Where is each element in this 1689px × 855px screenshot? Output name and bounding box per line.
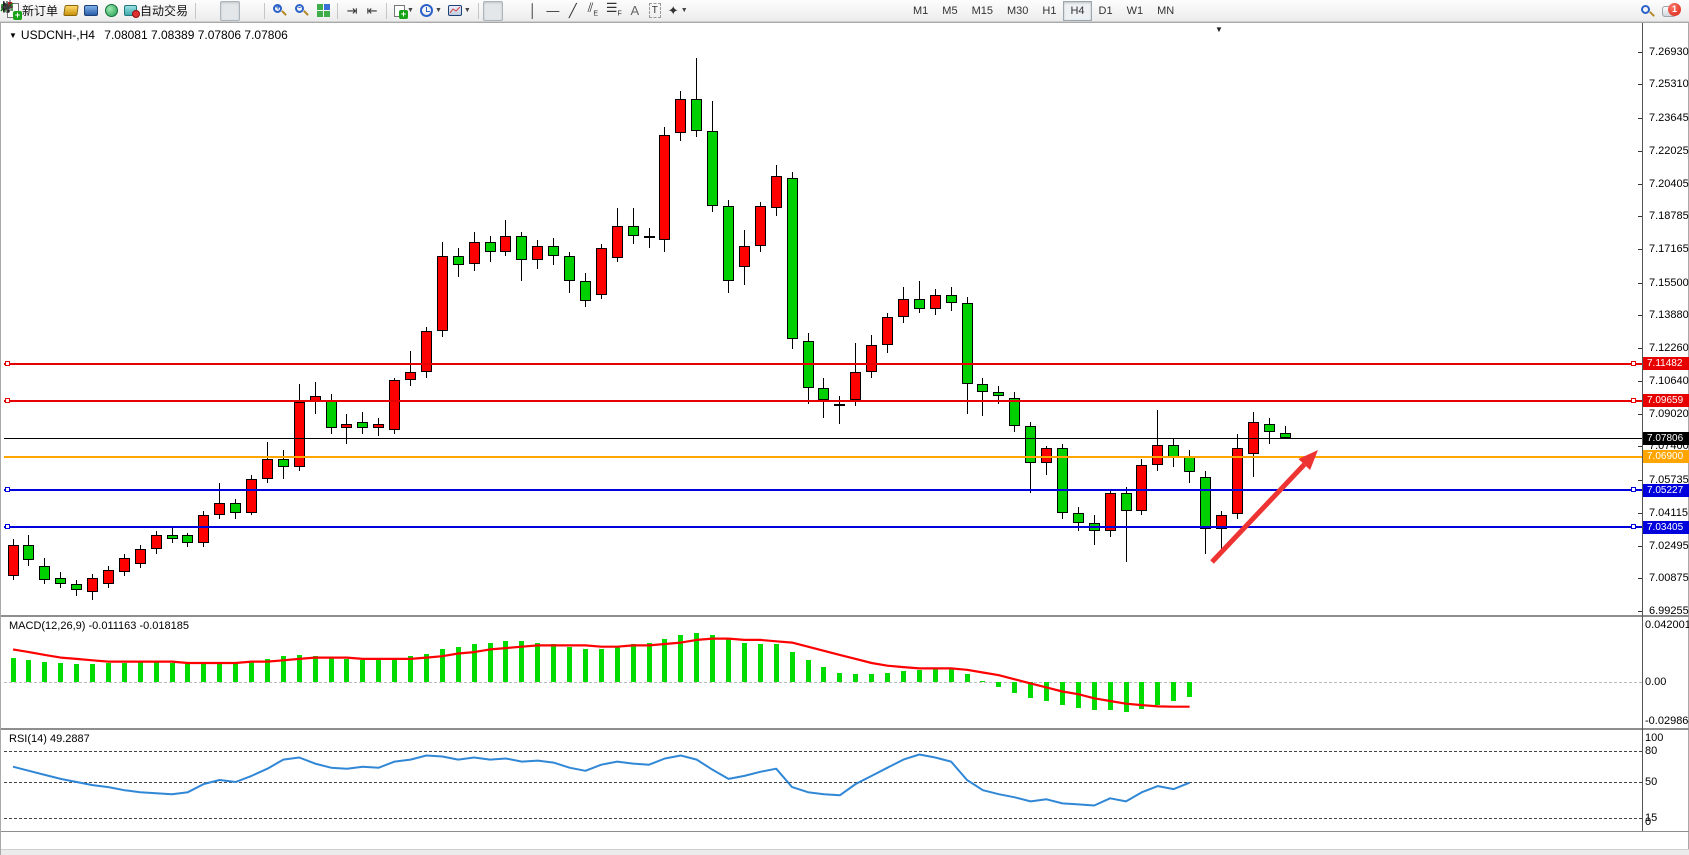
chat-icon: 1 xyxy=(1662,6,1676,17)
horizontal-line-icon: — xyxy=(546,4,559,17)
timeframe-button-m5[interactable]: M5 xyxy=(935,1,964,21)
chart-shift-button[interactable]: ⇤ xyxy=(362,1,382,21)
text-tool-button[interactable]: A xyxy=(625,1,645,21)
text-icon: A xyxy=(630,4,639,17)
time-axis[interactable]: 19 Sep 202219 Sep 20:0020 Sep 12:0021 Se… xyxy=(1,23,1689,855)
line-chart-button[interactable] xyxy=(240,1,260,21)
trendline-tool-button[interactable]: ╱ xyxy=(563,1,583,21)
signals-button[interactable] xyxy=(101,1,121,21)
auto-scroll-button[interactable]: ⇥ xyxy=(342,1,362,21)
new-order-label: 新订单 xyxy=(22,2,58,19)
autotrading-button[interactable]: 自动交易 xyxy=(121,1,191,21)
timeframe-button-h1[interactable]: H1 xyxy=(1035,1,1063,21)
search-button[interactable] xyxy=(1636,1,1659,21)
cursor-tool-button[interactable] xyxy=(483,1,503,21)
vertical-line-icon: │ xyxy=(529,4,537,17)
vertical-line-tool-button[interactable]: │ xyxy=(523,1,543,21)
toolbar-separator xyxy=(195,3,196,19)
new-chart-icon: + xyxy=(394,5,405,17)
zoom-out-icon: - xyxy=(294,3,310,19)
shapes-dropdown[interactable]: ✦▼ xyxy=(665,1,691,21)
timeframe-button-mn[interactable]: MN xyxy=(1150,1,1181,21)
editor-icon xyxy=(63,5,79,16)
zoom-in-button[interactable]: + xyxy=(269,1,291,21)
zoom-out-button[interactable]: - xyxy=(291,1,313,21)
fibonacci-tool-button[interactable]: ☰F xyxy=(603,1,625,21)
timeframe-button-m1[interactable]: M1 xyxy=(906,1,935,21)
candlestick-chart-button[interactable] xyxy=(220,1,240,21)
new-order-button[interactable]: + 新订单 xyxy=(4,1,61,21)
template-icon xyxy=(448,5,462,16)
crosshair-tool-button[interactable] xyxy=(503,1,523,21)
timeframe-toolbar: M1M5M15M30H1H4D1W1MN xyxy=(906,1,1181,21)
new-order-icon: + xyxy=(7,3,19,18)
toolbar-separator xyxy=(337,3,338,19)
chart-shift-icon: ⇤ xyxy=(367,4,378,17)
label-icon: T xyxy=(649,3,661,18)
search-icon xyxy=(1639,3,1656,20)
notification-badge: 1 xyxy=(1668,3,1681,16)
templates-dropdown[interactable]: ▼ xyxy=(445,1,474,21)
toolbar-separator xyxy=(386,3,387,19)
autotrading-icon xyxy=(124,5,137,16)
trendline-icon: ╱ xyxy=(569,4,577,17)
bar-chart-button[interactable] xyxy=(200,1,220,21)
zoom-in-icon: + xyxy=(272,3,288,19)
auto-scroll-icon: ⇥ xyxy=(347,4,358,17)
fibonacci-icon: ☰F xyxy=(606,1,622,21)
timeframe-button-d1[interactable]: D1 xyxy=(1092,1,1120,21)
shapes-icon: ✦ xyxy=(668,4,679,17)
autotrading-off-dot xyxy=(132,10,140,18)
metaeditor-button[interactable] xyxy=(61,1,81,21)
tile-windows-icon xyxy=(317,4,330,17)
period-dropdown[interactable]: ▼ xyxy=(417,1,445,21)
timeframe-button-m15[interactable]: M15 xyxy=(965,1,1000,21)
timeframe-button-w1[interactable]: W1 xyxy=(1120,1,1151,21)
toolbar-separator xyxy=(478,3,479,19)
timeframe-button-m30[interactable]: M30 xyxy=(1000,1,1035,21)
market-watch-button[interactable] xyxy=(81,1,101,21)
horizontal-line-tool-button[interactable]: — xyxy=(543,1,563,21)
tile-windows-button[interactable] xyxy=(313,1,333,21)
channel-tool-button[interactable]: ⫽E xyxy=(583,1,603,21)
market-watch-icon xyxy=(84,5,98,16)
notifications-button[interactable]: 1 xyxy=(1659,1,1679,21)
label-tool-button[interactable]: T xyxy=(645,1,665,21)
chart-window-usdcnh: ▼USDCNH-,H4 7.08081 7.08389 7.07806 7.07… xyxy=(0,22,1689,855)
timeframe-button-h4[interactable]: H4 xyxy=(1063,1,1091,21)
new-chart-dropdown[interactable]: +▼ xyxy=(391,1,417,21)
autotrading-label: 自动交易 xyxy=(140,2,188,19)
equidistant-channel-icon: ⫽E xyxy=(588,1,598,21)
signals-icon xyxy=(105,4,118,17)
toolbar-separator xyxy=(264,3,265,19)
window-bottom-strip xyxy=(1,849,1689,855)
main-toolbar: + 新订单 自动交易 + - ⇥ ⇤ +▼ ▼ ▼ │ — ╱ ⫽E ☰F A … xyxy=(0,0,1689,22)
time-axis-border xyxy=(1,831,1689,832)
clock-icon xyxy=(420,4,433,17)
